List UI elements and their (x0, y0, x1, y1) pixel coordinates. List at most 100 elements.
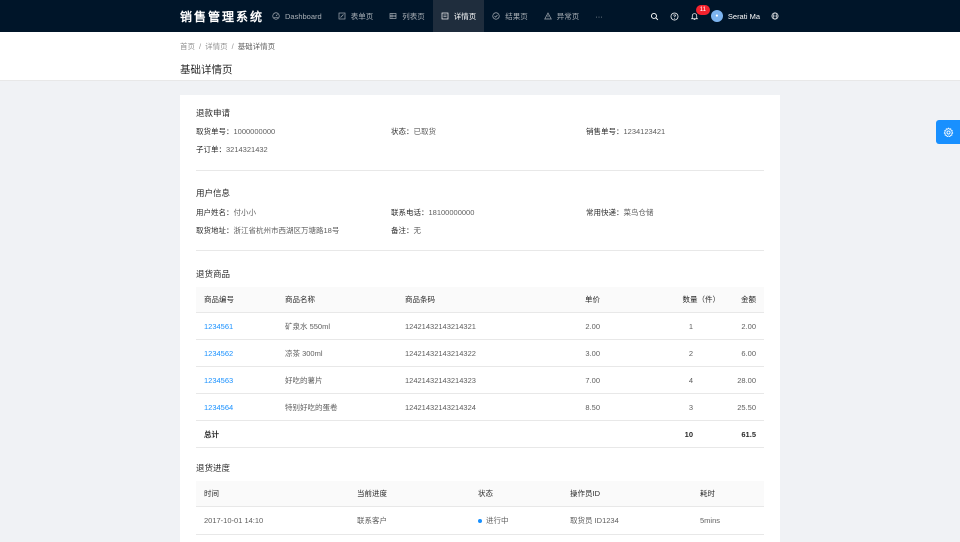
nav-dashboard[interactable]: Dashboard (264, 0, 330, 32)
product-name: 特别好吃的蛋卷 (285, 402, 338, 412)
total-quantity: 10 (684, 429, 693, 439)
product-id-link[interactable]: 1234562 (204, 340, 233, 366)
globe-icon (771, 12, 779, 20)
nav-result[interactable]: 结果页 (484, 0, 536, 32)
check-circle-icon (492, 12, 500, 20)
goods-table: 商品编号 商品名称 商品条码 单价 数量（件） 金额 1234561 矿泉水 5… (196, 287, 764, 448)
settings-drawer-button[interactable] (936, 120, 960, 144)
product-name: 矿泉水 550ml (285, 321, 331, 331)
unit-price: 8.50 (585, 402, 600, 412)
nav-exception-label: 异常页 (556, 11, 580, 21)
amount: 2.00 (741, 321, 756, 331)
nav-dashboard-label: Dashboard (285, 11, 322, 21)
warning-icon (543, 12, 552, 20)
address-field: 取货地址：浙江省杭州市西湖区万塘路18号 (196, 226, 340, 235)
breadcrumb-profile[interactable]: 详情页 (205, 42, 228, 51)
progress-section-title: 退货进度 (196, 463, 231, 473)
column-header: 商品编号 (204, 295, 234, 304)
profile-icon (441, 12, 449, 20)
more-icon: ··· (595, 11, 603, 21)
table-row: 1234562 凉茶 300ml 12421432143214322 3.00 … (196, 340, 764, 367)
product-id-link[interactable]: 1234564 (204, 394, 233, 420)
column-header: 单价 (585, 295, 600, 304)
nav-profile[interactable]: 详情页 (432, 0, 485, 32)
table-row: 1234564 特别好吃的蛋卷 12421432143214324 8.50 3… (196, 394, 764, 421)
table-row: 1234561 矿泉水 550ml 12421432143214321 2.00… (196, 313, 764, 340)
help-button[interactable] (665, 0, 685, 32)
quantity: 4 (688, 375, 693, 385)
refund-section-title: 退款申请 (196, 108, 231, 118)
page-title: 基础详情页 (180, 64, 233, 76)
breadcrumb: 首页 / 详情页 / 基础详情页 (180, 42, 276, 51)
progress-table-header: 时间 当前进度 状态 操作员ID 耗时 (196, 481, 764, 507)
progress-step: 联系客户 (357, 516, 387, 525)
search-icon (651, 12, 659, 20)
duration: 5mins (700, 516, 721, 525)
nav-exception[interactable]: 异常页 (536, 0, 588, 32)
nav-list[interactable]: 列表页 (381, 0, 433, 32)
user-name-field: 用户姓名：付小小 (196, 208, 256, 217)
language-button[interactable] (770, 0, 780, 32)
total-label: 总计 (204, 429, 219, 439)
total-amount: 61.5 (741, 429, 756, 439)
table-row: 1234563 好吃的薯片 12421432143214323 7.00 4 2… (196, 367, 764, 394)
column-header: 商品条码 (405, 295, 435, 304)
avatar: ● (710, 10, 723, 22)
goods-section-title: 退货商品 (196, 269, 231, 279)
user-menu[interactable]: ● Serati Ma (710, 0, 760, 32)
column-header: 当前进度 (357, 489, 387, 498)
column-header: 时间 (204, 489, 219, 498)
goods-table-header: 商品编号 商品名称 商品条码 单价 数量（件） 金额 (196, 287, 764, 313)
detail-card: 退款申请 取货单号：1000000000 状态：已取货 销售单号：1234123… (180, 95, 780, 542)
product-id-link[interactable]: 1234561 (204, 313, 233, 339)
pickup-number-field: 取货单号：1000000000 (196, 127, 276, 136)
unit-price: 7.00 (585, 375, 600, 385)
nav-result-label: 结果页 (505, 11, 528, 21)
sales-number-field: 销售单号：1234123421 (586, 127, 666, 136)
amount: 28.00 (737, 375, 756, 385)
nav-form-label: 表单页 (350, 11, 374, 21)
column-header: 数量（件） (682, 295, 721, 304)
notification-button[interactable]: 11 (685, 0, 710, 32)
main-menu: Dashboard 表单页 列表页 详情页 结果页 异常页 ··· (264, 0, 611, 32)
breadcrumb-home[interactable]: 首页 (180, 42, 195, 51)
remark-field: 备注：无 (391, 226, 421, 235)
column-header: 耗时 (700, 489, 715, 498)
status-badge: 进行中 (478, 507, 509, 534)
setting-icon (943, 127, 953, 137)
amount: 6.00 (741, 348, 756, 358)
phone-field: 联系电话：18100000000 (391, 208, 475, 217)
unit-price: 2.00 (585, 321, 600, 331)
progress-table: 时间 当前进度 状态 操作员ID 耗时 2017-10-01 14:10 联系客… (196, 481, 764, 535)
user-info-section-title: 用户信息 (196, 188, 231, 198)
dashboard-icon (272, 12, 280, 20)
quantity: 2 (688, 348, 693, 358)
search-button[interactable] (645, 0, 665, 32)
nav-more[interactable]: ··· (587, 0, 611, 32)
product-name: 好吃的薯片 (285, 375, 323, 385)
divider (196, 250, 764, 251)
unit-price: 3.00 (585, 348, 600, 358)
table-total-row: 总计 10 61.5 (196, 421, 764, 448)
product-name: 凉茶 300ml (285, 348, 323, 358)
product-barcode: 12421432143214323 (405, 375, 476, 385)
column-header: 操作员ID (570, 489, 600, 498)
table-icon (389, 12, 397, 20)
nav-form[interactable]: 表单页 (330, 0, 382, 32)
divider (196, 170, 764, 171)
table-row: 2017-10-01 14:10 联系客户 进行中 取货员 ID1234 5mi… (196, 507, 764, 535)
form-icon (338, 12, 346, 20)
product-id-link[interactable]: 1234563 (204, 367, 233, 393)
nav-profile-label: 详情页 (453, 11, 477, 21)
app-logo[interactable]: 销售管理系统 (180, 8, 264, 24)
question-circle-icon (670, 12, 679, 20)
quantity: 3 (688, 402, 693, 412)
sub-order-field: 子订单：3214321432 (196, 145, 268, 154)
status-dot-icon (478, 518, 482, 523)
header-right-tools: 11 ● Serati Ma (645, 0, 780, 32)
top-nav-bar: 销售管理系统 Dashboard 表单页 列表页 详情页 结果页 异常页 ··· (0, 0, 960, 32)
breadcrumb-current: 基础详情页 (237, 42, 276, 51)
product-barcode: 12421432143214321 (405, 321, 476, 331)
column-header: 商品名称 (285, 295, 315, 304)
amount: 25.50 (737, 402, 756, 412)
